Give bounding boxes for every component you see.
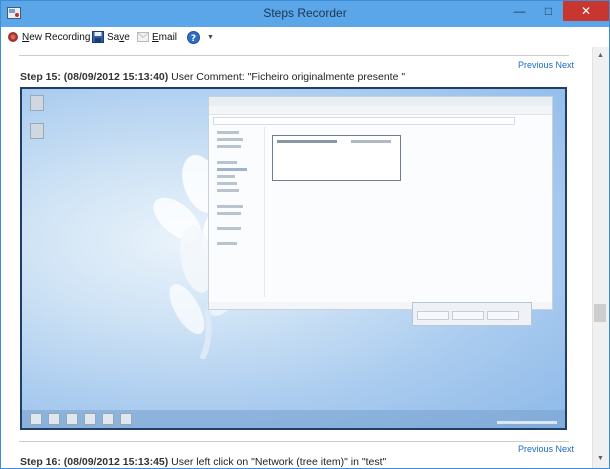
nav-entry bbox=[217, 182, 237, 185]
nav-entry bbox=[217, 131, 239, 134]
add-comment-control bbox=[487, 311, 519, 320]
record-icon bbox=[8, 32, 18, 42]
steps-recorder-window: Steps Recorder — □ ✕ New Recording Save bbox=[0, 0, 610, 469]
email-button[interactable]: Email bbox=[137, 29, 177, 45]
file-entry-type bbox=[351, 140, 391, 143]
floppy-disk-icon bbox=[92, 31, 104, 43]
help-icon: ? bbox=[187, 30, 200, 44]
stop-record-control bbox=[452, 311, 484, 320]
minimize-button[interactable]: — bbox=[505, 1, 534, 21]
nav-entry bbox=[217, 138, 243, 141]
explorer-file-area bbox=[272, 135, 401, 181]
help-dropdown-arrow[interactable]: ▼ bbox=[207, 34, 214, 41]
step15-title: Step 15: (08/09/2012 15:13:40) User Comm… bbox=[20, 71, 405, 83]
taskbar-clock bbox=[497, 421, 557, 424]
separator bbox=[19, 55, 569, 56]
svg-text:?: ? bbox=[191, 34, 196, 44]
taskbar-app-icon bbox=[102, 413, 114, 425]
separator bbox=[19, 441, 569, 442]
new-recording-label: New Recording bbox=[22, 31, 91, 43]
steps-recorder-mini-toolbar bbox=[412, 302, 532, 326]
step15-text: User Comment: "Ficheiro originalmente pr… bbox=[168, 71, 406, 83]
step16-nav: Previous Next bbox=[518, 444, 574, 454]
nav-entry bbox=[217, 161, 237, 164]
nav-entry bbox=[217, 145, 241, 148]
close-button[interactable]: ✕ bbox=[563, 1, 609, 21]
nav-entry bbox=[217, 227, 241, 230]
nav-entry bbox=[217, 175, 235, 178]
scrollbar-thumb[interactable] bbox=[594, 304, 606, 322]
nav-entry bbox=[217, 212, 241, 215]
title-bar[interactable]: Steps Recorder — □ ✕ bbox=[1, 1, 609, 27]
save-button[interactable]: Save bbox=[92, 29, 130, 45]
explorer-window-screenshot bbox=[208, 96, 553, 310]
step15-next-link[interactable]: Next bbox=[556, 60, 575, 70]
file-entry bbox=[277, 140, 337, 143]
taskbar-app-icon bbox=[48, 413, 60, 425]
envelope-icon bbox=[137, 32, 149, 42]
save-label: Save bbox=[107, 31, 130, 43]
scroll-up-arrow[interactable]: ▲ bbox=[592, 48, 609, 64]
explorer-title-bar bbox=[209, 97, 552, 106]
desktop-taskbar bbox=[22, 410, 565, 428]
step16-next-link[interactable]: Next bbox=[556, 444, 575, 454]
toolbar: New Recording Save Email ? ▼ bbox=[1, 27, 609, 47]
step15-previous-link[interactable]: Previous bbox=[518, 60, 553, 70]
scroll-down-arrow[interactable]: ▼ bbox=[592, 451, 609, 467]
step-screenshot bbox=[20, 87, 567, 430]
nav-entry bbox=[217, 168, 247, 171]
nav-entry bbox=[217, 205, 243, 208]
step16-previous-link[interactable]: Previous bbox=[518, 444, 553, 454]
step15-nav: Previous Next bbox=[518, 60, 574, 70]
help-button[interactable]: ? ▼ bbox=[187, 29, 214, 45]
step16-text: User left click on "Network (tree item)"… bbox=[168, 456, 387, 468]
nav-entry bbox=[217, 189, 239, 192]
taskbar-app-icon bbox=[120, 413, 132, 425]
step16-label: Step 16: (08/09/2012 15:13:45) bbox=[20, 456, 169, 468]
taskbar-app-icon bbox=[84, 413, 96, 425]
step16-title: Step 16: (08/09/2012 15:13:45) User left… bbox=[20, 456, 386, 468]
taskbar-app-icon bbox=[66, 413, 78, 425]
explorer-ribbon bbox=[209, 106, 552, 115]
explorer-navigation-pane bbox=[209, 127, 265, 297]
desktop-file-icon bbox=[30, 123, 44, 139]
new-recording-button[interactable]: New Recording bbox=[7, 29, 90, 45]
step15-label: Step 15: (08/09/2012 15:13:40) bbox=[20, 71, 169, 83]
desktop-recycle-bin-icon bbox=[30, 95, 44, 111]
nav-entry bbox=[217, 242, 237, 245]
maximize-button[interactable]: □ bbox=[534, 1, 563, 21]
explorer-address-bar bbox=[213, 117, 515, 125]
taskbar-app-icon bbox=[30, 413, 42, 425]
pause-record-control bbox=[417, 311, 449, 320]
vertical-scrollbar[interactable] bbox=[592, 47, 609, 468]
email-label: Email bbox=[152, 31, 178, 43]
